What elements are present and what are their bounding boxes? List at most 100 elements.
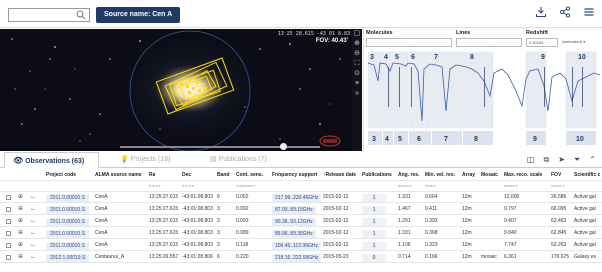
cell-fov: 62.845 <box>551 230 567 236</box>
expand-arrows-icon[interactable]: ↔ <box>30 252 36 263</box>
unit-ra-select[interactable]: h:m:s ▾ <box>149 181 161 192</box>
cell-publications[interactable]: 1 <box>362 241 386 250</box>
unit-velres-select[interactable]: km/s ▾ <box>425 181 435 192</box>
col-max-reco-scale[interactable]: Max. reco. scale <box>504 170 542 181</box>
band-label-4: 4 <box>384 54 388 61</box>
cell-project-code[interactable]: 2012.1.00019.S <box>46 253 90 262</box>
row-checkbox[interactable] <box>6 207 11 212</box>
download-icon[interactable] <box>534 5 548 19</box>
lines-select[interactable]: - <box>456 38 522 47</box>
cell-array: 12m <box>462 218 472 224</box>
tab-projects[interactable]: 💡 Projects (18) <box>120 152 170 168</box>
row-checkbox[interactable] <box>6 219 11 224</box>
columns-icon[interactable]: ◫ <box>527 155 535 165</box>
cell-publications[interactable]: 1 <box>362 193 386 202</box>
expand-arrows-icon[interactable]: ↔ <box>30 240 36 251</box>
table-row[interactable]: ⊕ ↔ 2011.0.00010.S CenA 13:25:27.615 -43:01:0… <box>0 216 602 227</box>
row-checkbox[interactable] <box>6 255 11 260</box>
target-icon[interactable]: ⊕ <box>18 228 23 239</box>
col-frequency-support[interactable]: Frequency support <box>272 170 317 181</box>
sky-image[interactable] <box>0 29 362 151</box>
zoom-in-icon[interactable]: ⊕ <box>352 39 362 49</box>
cell-ang-res: 1.331 <box>398 230 411 236</box>
redshift-input[interactable]: 0.00183 <box>526 38 558 47</box>
cell-publications[interactable]: 1 <box>362 205 386 214</box>
table-row[interactable]: ⊕ ↔ 2011.0.00010.S CenA 13:25:27.615 -43:01:0… <box>0 192 602 203</box>
expand-arrows-icon[interactable]: ↔ <box>30 192 36 203</box>
expand-arrows-icon[interactable]: ↔ <box>30 216 36 227</box>
expand-icon[interactable]: » <box>352 89 362 99</box>
share-icon[interactable] <box>558 5 572 19</box>
col-min-vel-res[interactable]: Min. vel. res. <box>425 170 455 181</box>
cell-project-code[interactable]: 2011.0.00010.S <box>46 229 89 238</box>
col-fov[interactable]: FOV <box>551 170 561 181</box>
cell-publications[interactable]: 0 <box>362 253 386 262</box>
col-band[interactable]: Band <box>217 170 230 181</box>
col-ang-res[interactable]: Ang. res. <box>398 170 419 181</box>
expand-arrows-icon[interactable]: ↔ <box>30 204 36 215</box>
zoom-out-icon[interactable]: ⊖ <box>352 49 362 59</box>
row-checkbox[interactable] <box>6 195 11 200</box>
row-checkbox[interactable] <box>6 231 11 236</box>
col-scientific-category[interactable]: Scientific c <box>574 170 600 181</box>
col-mosaic[interactable]: Mosaic <box>481 170 498 181</box>
target-icon[interactable]: ⊕ <box>18 216 23 227</box>
col-alma-source-name[interactable]: ALMA source name <box>95 170 142 181</box>
cell-fov: 66.095 <box>551 206 567 212</box>
table-row[interactable]: ⊕ ↔ 2011.0.00010.S CenA 13:25:27.615 -43:01:0… <box>0 240 602 251</box>
target-icon[interactable]: ⊕ <box>18 240 23 251</box>
row-checkbox[interactable] <box>6 243 11 248</box>
unit-fov-select[interactable]: arcsec ▾ <box>551 181 564 192</box>
cell-max-reco-scale: 9.407 <box>504 218 517 224</box>
col-project-code[interactable]: Project code <box>46 170 76 181</box>
tab-observations[interactable]: 👁 Observations (63) <box>4 152 100 168</box>
sky-viewer[interactable]: 13 25 28.615 -43 01 8.83 FOV: 40.43' ▢ ⊕… <box>0 29 362 151</box>
col-array[interactable]: Array <box>462 170 475 181</box>
target-icon[interactable]: ⊕ <box>18 204 23 215</box>
cell-project-code[interactable]: 2011.0.00010.S <box>46 205 89 214</box>
fullscreen-icon[interactable]: ⛶ <box>352 59 362 69</box>
target-icon[interactable]: ⊕ <box>18 252 23 263</box>
copy-icon[interactable]: ⧉ <box>543 155 549 165</box>
unit-dec-select[interactable]: d:m:s ▾ <box>182 181 194 192</box>
table-row[interactable]: ⊕ ↔ 2012.1.00019.S Centaurus_A 13:25:26.557-… <box>0 252 602 263</box>
sky-slider[interactable] <box>120 143 320 150</box>
table-row[interactable]: ⊕ ↔ 2011.0.00010.S CenA 13:25:27.615 -43:01:0… <box>0 204 602 215</box>
unit-mrs-select[interactable]: arcsec ▾ <box>504 181 517 192</box>
collapse-icon[interactable]: ⌃ <box>589 155 596 165</box>
layers-icon[interactable]: ≡ <box>352 79 362 89</box>
source-name-chip[interactable]: Source name: Cen A <box>96 7 181 23</box>
square-icon[interactable]: ▢ <box>352 29 362 39</box>
col-ra[interactable]: Ra <box>149 170 155 181</box>
send-icon[interactable]: ➤ <box>558 155 565 165</box>
spectral-coverage-plot[interactable]: 3 4 5 6 7 8 9 10 3 4 5 6 7 8 9 10 <box>366 51 601 149</box>
search-input[interactable] <box>8 8 90 22</box>
table-row[interactable]: ⊕ ↔ 2011.0.00010.S CenA 13:25:27.615 -43:01:0… <box>0 228 602 239</box>
search-icon[interactable] <box>76 10 86 20</box>
cell-release-date: 2015-02-12 <box>323 218 349 224</box>
target-icon[interactable]: ⊙ <box>352 69 362 79</box>
slider-knob[interactable] <box>280 143 287 150</box>
cell-publications[interactable]: 1 <box>362 229 386 238</box>
cell-project-code[interactable]: 2011.0.00010.S <box>46 217 89 226</box>
molecules-select[interactable]: - <box>366 38 452 47</box>
col-cont-sens[interactable]: Cont. sens. <box>236 170 263 181</box>
col-release-date[interactable]: ↑Release date <box>323 170 356 181</box>
bulb-icon: 💡 <box>120 156 129 163</box>
cell-project-code[interactable]: 2011.0.00010.S <box>46 241 89 250</box>
col-dec[interactable]: Dec <box>182 170 191 181</box>
unit-sens-select[interactable]: mJy/beam ▾ <box>236 181 255 192</box>
unit-angres-select[interactable]: arcsec ▾ <box>398 181 411 192</box>
cell-project-code[interactable]: 2011.0.00010.S <box>46 193 89 202</box>
expand-arrows-icon[interactable]: ↔ <box>30 228 36 239</box>
band-bottom-8: 8 <box>474 136 478 143</box>
band-bottom-3: 3 <box>372 136 376 143</box>
cell-scientific-category: Active gal <box>574 218 596 224</box>
tab-publications[interactable]: ▤ Publications (7) <box>210 152 267 168</box>
redshift-mode-select[interactable]: (estimated) ▾ <box>560 38 600 47</box>
col-publications[interactable]: Publications <box>362 170 392 181</box>
cell-publications[interactable]: 1 <box>362 217 386 226</box>
filter-icon[interactable]: ⏷ <box>574 155 580 165</box>
target-icon[interactable]: ⊕ <box>18 192 23 203</box>
menu-icon[interactable] <box>582 5 596 19</box>
